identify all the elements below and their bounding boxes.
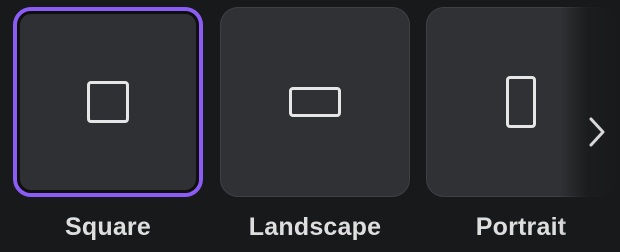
tile-square[interactable] (13, 7, 203, 197)
chevron-right-icon (589, 117, 605, 147)
option-label-landscape: Landscape (248, 213, 382, 241)
aspect-ratio-selector: Square Landscape Portrait (0, 0, 620, 252)
option-label-square: Square (65, 213, 151, 241)
portrait-rectangle-icon (506, 76, 536, 128)
option-landscape[interactable] (220, 7, 410, 197)
option-square[interactable] (13, 7, 203, 197)
scroll-next-button[interactable] (582, 112, 612, 152)
tile-landscape[interactable] (220, 7, 410, 197)
square-shape-icon (87, 81, 129, 123)
landscape-rectangle-icon (289, 87, 341, 117)
